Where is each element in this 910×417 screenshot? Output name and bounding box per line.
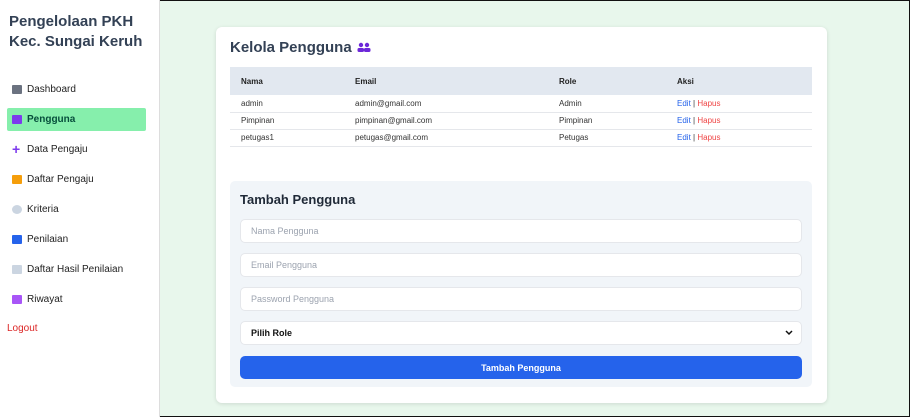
page-title-text: Kelola Pengguna — [230, 39, 352, 56]
cell-email: admin@gmail.com — [355, 98, 422, 108]
column-header: Nama — [241, 76, 263, 86]
gear-icon — [12, 205, 22, 214]
column-header: Email — [355, 76, 377, 86]
cell-email: pimpinan@gmail.com — [355, 116, 433, 125]
table-row: petugas1 petugas@gmail.com Petugas Edit … — [230, 129, 812, 146]
sidebar-item-label: Daftar Hasil Penilaian — [27, 264, 124, 275]
cell-role: Pimpinan — [559, 116, 593, 125]
cell-role: Petugas — [559, 133, 589, 142]
sidebar-item-label: Kriteria — [27, 204, 59, 215]
name-input[interactable]: Nama Pengguna — [240, 219, 802, 243]
table-header-row: Nama Email Role Aksi — [230, 67, 812, 95]
cell-email: petugas@gmail.com — [355, 133, 429, 142]
sidebar-item-daftar-hasil-penilaian[interactable]: Daftar Hasil Penilaian — [7, 258, 146, 281]
separator: | — [693, 98, 696, 108]
sidebar-item-label: Penilaian — [27, 234, 69, 245]
delete-link[interactable]: Hapus — [697, 116, 720, 125]
people-icon — [12, 115, 22, 124]
cell-aksi: Edit | Hapus — [666, 95, 812, 112]
table-row: Pimpinan pimpinan@gmail.com Pimpinan Edi… — [230, 112, 812, 129]
separator: | — [693, 133, 696, 142]
role-select-value: Pilih Role — [251, 328, 293, 338]
sidebar-item-kriteria[interactable]: Kriteria — [7, 198, 146, 221]
delete-link[interactable]: Hapus — [697, 99, 720, 108]
cell-nama: Pimpinan — [241, 116, 275, 125]
logout-link[interactable]: Logout — [7, 323, 38, 334]
sidebar-item-label: Riwayat — [27, 294, 63, 305]
cell-aksi: Edit | Hapus — [666, 129, 812, 146]
cell-aksi: Edit | Hapus — [666, 112, 812, 129]
users-table: Nama Email Role Aksi admin admin@gmail.c… — [230, 67, 812, 147]
sidebar-item-data-pengaju[interactable]: + Data Pengaju — [7, 138, 146, 161]
sidebar-item-riwayat[interactable]: Riwayat — [7, 288, 146, 311]
separator: | — [693, 116, 696, 125]
cell-nama: admin — [241, 98, 263, 108]
role-select[interactable]: Pilih Role — [240, 321, 802, 345]
page-title: Kelola Pengguna — [230, 39, 371, 56]
sidebar-item-daftar-pengaju[interactable]: Daftar Pengaju — [7, 168, 146, 191]
bar-chart-icon — [12, 235, 22, 244]
email-input[interactable]: Email Pengguna — [240, 253, 802, 277]
edit-link[interactable]: Edit — [677, 133, 691, 142]
plus-icon: + — [12, 141, 21, 157]
column-header: Aksi — [677, 76, 694, 86]
sidebar-item-dashboard[interactable]: Dashboard — [7, 78, 146, 101]
cell-role: Admin — [559, 98, 582, 108]
column-header: Role — [559, 76, 577, 86]
chevron-down-icon — [785, 328, 793, 338]
sidebar-item-pengguna[interactable]: Pengguna — [7, 108, 146, 131]
document-icon — [12, 265, 22, 274]
sidebar-item-label: Daftar Pengaju — [27, 174, 94, 185]
scroll-icon — [12, 295, 22, 304]
app-brand: Pengelolaan PKH Kec. Sungai Keruh — [9, 13, 143, 50]
folder-icon — [12, 175, 22, 184]
edit-link[interactable]: Edit — [677, 116, 691, 125]
main-panel: Kelola Pengguna Nama Email Role Aksi adm… — [216, 27, 827, 403]
sidebar: Pengelolaan PKH Kec. Sungai Keruh Dashbo… — [0, 0, 160, 417]
add-user-button[interactable]: Tambah Pengguna — [240, 356, 802, 379]
sidebar-item-label: Data Pengaju — [27, 144, 88, 155]
people-icon — [357, 39, 371, 56]
edit-link[interactable]: Edit — [677, 99, 691, 108]
table-row: admin admin@gmail.com Admin Edit | Hapus — [230, 95, 812, 112]
add-user-form: Tambah Pengguna Nama Pengguna Email Peng… — [230, 181, 812, 387]
sidebar-item-penilaian[interactable]: Penilaian — [7, 228, 146, 251]
sidebar-item-label: Dashboard — [27, 84, 76, 95]
delete-link[interactable]: Hapus — [697, 133, 720, 142]
sidebar-item-label: Pengguna — [27, 114, 76, 125]
form-title: Tambah Pengguna — [240, 192, 356, 207]
cell-nama: petugas1 — [241, 133, 274, 142]
bank-icon — [12, 85, 22, 94]
password-input[interactable]: Password Pengguna — [240, 287, 802, 311]
